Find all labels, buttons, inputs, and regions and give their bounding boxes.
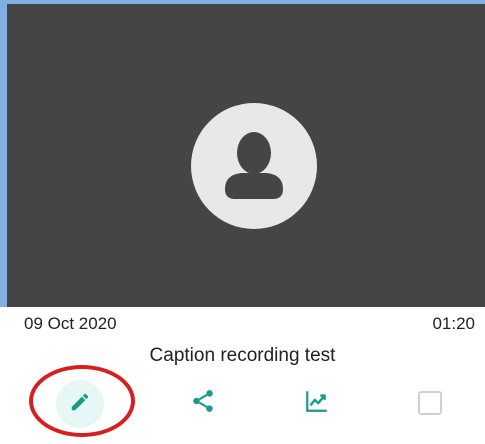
line-chart-icon — [304, 388, 330, 419]
action-bar — [0, 378, 485, 438]
share-button[interactable] — [178, 378, 228, 428]
statistics-button[interactable] — [292, 378, 342, 428]
recording-card: 09 Oct 2020 01:20 Caption recording test — [0, 0, 485, 444]
recording-date: 09 Oct 2020 — [24, 314, 117, 333]
edit-button[interactable] — [56, 380, 104, 428]
user-placeholder-icon — [191, 103, 317, 229]
recording-duration: 01:20 — [432, 314, 475, 333]
pencil-icon — [69, 391, 91, 418]
recording-thumbnail[interactable] — [0, 0, 485, 307]
select-checkbox[interactable] — [405, 378, 455, 428]
checkbox-icon — [418, 391, 442, 415]
share-icon — [190, 388, 216, 419]
recording-title: Caption recording test — [149, 345, 336, 366]
